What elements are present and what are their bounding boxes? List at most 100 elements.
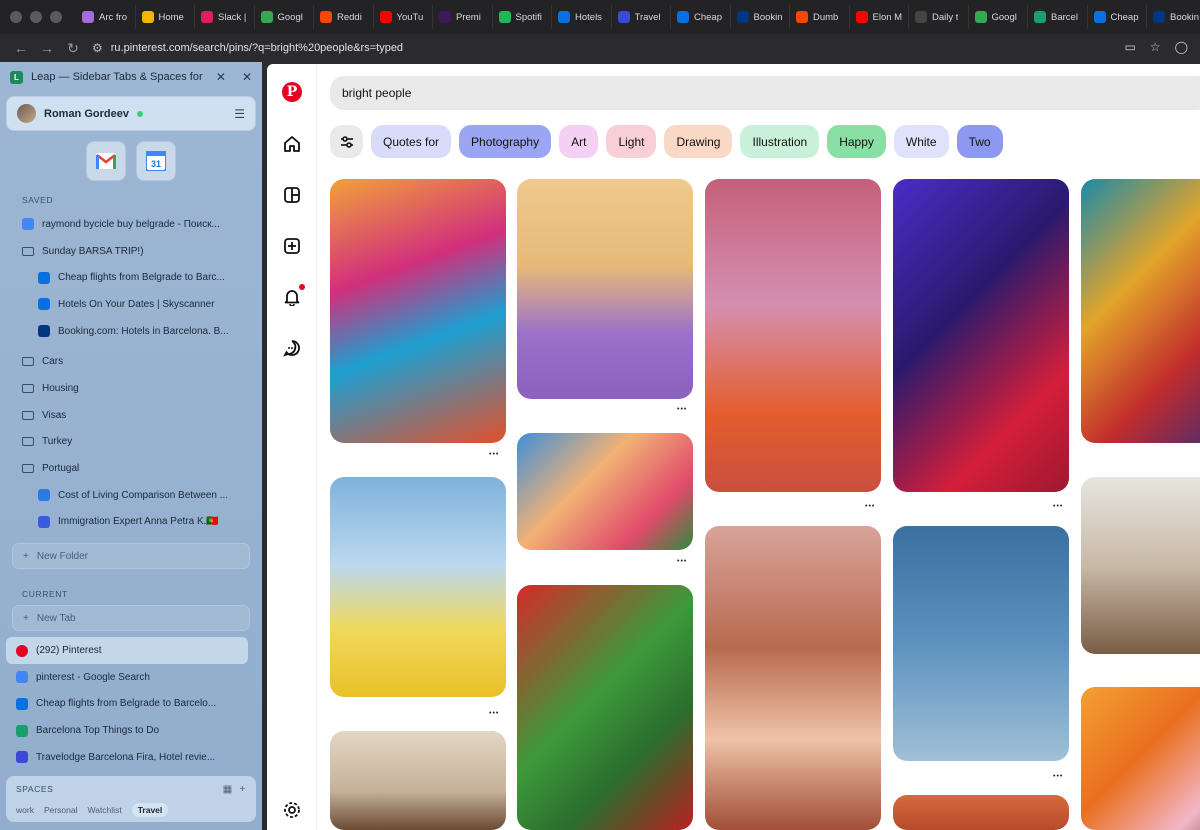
gmail-icon[interactable] bbox=[86, 141, 126, 181]
chip-white[interactable]: White bbox=[893, 125, 949, 158]
browser-tab[interactable]: Spotifi bbox=[493, 5, 552, 29]
browser-tab[interactable]: Bookin bbox=[731, 5, 790, 29]
url-field[interactable]: ⚙ ru.pinterest.com/search/pins/?q=bright… bbox=[92, 41, 403, 55]
sidebar-saved-tab[interactable]: Cheap flights from Belgrade to Barc... bbox=[6, 264, 256, 291]
chip-two[interactable]: Two bbox=[956, 125, 1003, 158]
new-folder-button[interactable]: + New Folder bbox=[12, 543, 250, 570]
chip-photography[interactable]: Photography bbox=[459, 125, 552, 158]
close-window-icon[interactable] bbox=[10, 11, 22, 23]
cast-icon[interactable]: ▭ bbox=[1124, 40, 1135, 54]
sidebar-current-tab[interactable]: Cheap flights from Belgrade to Barcelo..… bbox=[6, 691, 256, 718]
grid-icon[interactable]: ▦ bbox=[223, 784, 233, 795]
notifications-bell-icon[interactable] bbox=[281, 284, 305, 308]
browser-tab[interactable]: Slack | bbox=[195, 5, 255, 29]
forward-arrow-icon[interactable]: → bbox=[34, 40, 60, 56]
site-settings-icon[interactable]: ⚙ bbox=[92, 41, 103, 55]
pin-more-options-icon[interactable]: ••• bbox=[865, 503, 875, 510]
pin-friends-orange[interactable] bbox=[1081, 687, 1200, 830]
browser-tab[interactable]: Travel bbox=[612, 5, 671, 29]
browser-tab[interactable]: Premi bbox=[433, 5, 493, 29]
pin-sidebar-icon[interactable]: ✕ bbox=[212, 70, 230, 84]
browser-tab[interactable]: Dumb bbox=[790, 5, 850, 29]
browser-tab[interactable]: YouTu bbox=[374, 5, 433, 29]
create-icon[interactable] bbox=[281, 235, 303, 257]
pin-more-options-icon[interactable]: ••• bbox=[677, 558, 687, 565]
profile-card[interactable]: Roman Gordeev ☰ bbox=[6, 96, 256, 131]
sidebar-folder[interactable]: Sunday BARSA TRIP!) bbox=[6, 238, 256, 265]
sidebar-folder[interactable]: Turkey bbox=[6, 429, 256, 456]
minimize-window-icon[interactable] bbox=[30, 11, 42, 23]
chip-art[interactable]: Art bbox=[559, 125, 599, 158]
pin-more-options-icon[interactable]: ••• bbox=[489, 451, 499, 458]
pin-green-red-woman[interactable] bbox=[517, 585, 693, 830]
sidebar-current-tab[interactable]: Barcelona Top Things to Do bbox=[6, 717, 256, 744]
google-calendar-icon[interactable]: 31 bbox=[136, 141, 176, 181]
new-tab-button[interactable]: + New Tab bbox=[12, 605, 250, 632]
pin-happy-crowd[interactable] bbox=[1081, 477, 1200, 654]
home-icon[interactable] bbox=[281, 133, 303, 155]
messages-icon[interactable] bbox=[281, 337, 303, 359]
browser-tab[interactable]: Cheap bbox=[1088, 5, 1147, 29]
space-personal[interactable]: Personal bbox=[44, 805, 78, 815]
browser-tab[interactable]: Googl bbox=[255, 5, 314, 29]
pin-orange-bottom[interactable] bbox=[893, 795, 1069, 830]
chip-light[interactable]: Light bbox=[606, 125, 657, 158]
browser-tab[interactable]: Home bbox=[136, 5, 195, 29]
pin-colorful-group[interactable] bbox=[330, 179, 506, 443]
pin-painted-face[interactable] bbox=[1081, 179, 1200, 443]
browser-tab[interactable]: Reddi bbox=[314, 5, 374, 29]
sidebar-saved-tab[interactable]: raymond bycicle buy belgrade - Поиск... bbox=[6, 211, 256, 238]
chip-quotes-for[interactable]: Quotes for bbox=[371, 125, 452, 158]
sidebar-saved-tab[interactable]: Cost of Living Comparison Between ... bbox=[6, 482, 256, 509]
pin-curly-woman[interactable] bbox=[705, 526, 881, 830]
pin-more-options-icon[interactable]: ••• bbox=[489, 710, 499, 717]
chip-happy[interactable]: Happy bbox=[827, 125, 886, 158]
pin-neon-portrait[interactable] bbox=[893, 179, 1069, 492]
browser-tab[interactable]: Daily t bbox=[909, 5, 969, 29]
browser-tab[interactable]: Elon M bbox=[850, 5, 909, 29]
pin-more-options-icon[interactable]: ••• bbox=[1053, 503, 1063, 510]
space-work[interactable]: work bbox=[16, 805, 34, 815]
close-sidebar-icon[interactable]: ✕ bbox=[238, 70, 256, 84]
profile-icon[interactable]: ◯ bbox=[1175, 40, 1188, 54]
browser-tab[interactable]: Bookin bbox=[1147, 5, 1200, 29]
space-watchlist[interactable]: Watchlist bbox=[88, 805, 122, 815]
pinterest-logo-icon[interactable]: P bbox=[281, 81, 303, 103]
maximize-window-icon[interactable] bbox=[50, 11, 62, 23]
pin-sunny-women[interactable] bbox=[517, 433, 693, 550]
pin-blue-sky-man[interactable] bbox=[893, 526, 1069, 761]
sidebar-current-tab[interactable]: pinterest - Google Search bbox=[6, 664, 256, 691]
explore-icon[interactable] bbox=[281, 184, 303, 206]
browser-tab[interactable]: Arc fro bbox=[76, 5, 136, 29]
space-travel[interactable]: Travel bbox=[131, 803, 169, 817]
browser-tab[interactable]: Cheap bbox=[671, 5, 731, 29]
add-space-icon[interactable]: + bbox=[240, 784, 246, 795]
sidebar-folder[interactable]: Portugal bbox=[6, 455, 256, 482]
chip-illustration[interactable]: Illustration bbox=[740, 125, 820, 158]
filter-settings-button[interactable] bbox=[330, 125, 363, 158]
settings-gear-icon[interactable] bbox=[281, 799, 303, 821]
browser-tab[interactable]: Barcel bbox=[1028, 5, 1088, 29]
sidebar-folder[interactable]: Cars bbox=[6, 348, 256, 375]
bookmark-star-icon[interactable]: ☆ bbox=[1150, 40, 1161, 54]
pin-more-options-icon[interactable]: ••• bbox=[677, 406, 687, 413]
pin-more-options-icon[interactable]: ••• bbox=[1053, 773, 1063, 780]
search-input[interactable]: bright people bbox=[330, 76, 1200, 110]
pin-yellow-man-sky[interactable] bbox=[330, 477, 506, 697]
sliders-icon[interactable]: ☰ bbox=[234, 107, 245, 121]
back-arrow-icon[interactable]: ← bbox=[8, 40, 34, 56]
sidebar-saved-tab[interactable]: Hotels On Your Dates | Skyscanner bbox=[6, 291, 256, 318]
browser-tab[interactable]: Hotels bbox=[552, 5, 612, 29]
pin-purple-sweater-man[interactable] bbox=[517, 179, 693, 399]
sidebar-saved-tab[interactable]: Booking.com: Hotels in Barcelona. B... bbox=[6, 318, 256, 345]
sidebar-saved-tab[interactable]: Immigration Expert Anna Petra K.🇵🇹 bbox=[6, 509, 256, 536]
pin-glasses-man[interactable] bbox=[330, 731, 506, 830]
pin-laughing-girl[interactable] bbox=[705, 179, 881, 492]
sidebar-folder[interactable]: Housing bbox=[6, 375, 256, 402]
chip-drawing[interactable]: Drawing bbox=[664, 125, 733, 158]
sidebar-current-tab[interactable]: Travelodge Barcelona Fira, Hotel revie..… bbox=[6, 744, 256, 771]
browser-tab[interactable]: Googl bbox=[969, 5, 1028, 29]
sidebar-current-tab[interactable]: (292) Pinterest bbox=[6, 637, 248, 664]
sidebar-folder[interactable]: Visas bbox=[6, 402, 256, 429]
reload-icon[interactable]: ↻ bbox=[60, 40, 86, 57]
